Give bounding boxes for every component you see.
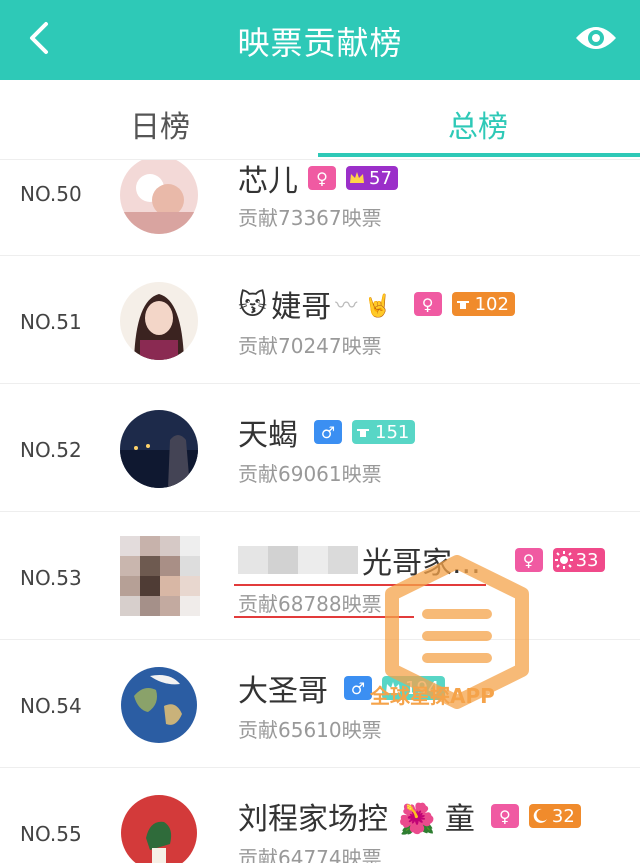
name-suffix: 🌺 童 xyxy=(398,802,475,837)
level-value: 102 xyxy=(474,293,509,315)
female-icon: ♀ xyxy=(413,292,442,316)
moon-icon xyxy=(533,808,547,823)
ranking-list[interactable]: NO.50 芯儿 ♀ 57 贡献73367映票 NO.51 😽 婕哥 〰 🤘 ♀ xyxy=(0,160,640,863)
sun-icon xyxy=(554,551,573,569)
user-name: 婕哥 xyxy=(271,290,332,325)
name-line: 天蝎 ♂ 151 xyxy=(238,410,416,454)
name-suffix-emoji: 〰 🤘 xyxy=(335,294,392,319)
active-tab-indicator xyxy=(318,153,640,157)
contribution-text: 贡献73367映票 xyxy=(238,206,382,230)
tab-daily[interactable]: 日榜 xyxy=(130,102,190,146)
avatar[interactable] xyxy=(120,410,198,488)
name-line: 芯儿 ♀ 57 xyxy=(238,160,398,200)
male-icon: ♂ xyxy=(314,420,342,444)
list-item[interactable]: NO.51 😽 婕哥 〰 🤘 ♀ 102 贡献70247映票 xyxy=(0,256,640,384)
level-value: 57 xyxy=(369,167,392,189)
female-icon: ♀ xyxy=(490,804,519,828)
list-item[interactable]: NO.53 光哥家... ♀ 33 贡献68788映票 xyxy=(0,512,640,640)
user-name: 天蝎 xyxy=(238,418,298,453)
rank-label: NO.54 xyxy=(20,694,82,718)
watermark-text: 全球星探APP xyxy=(370,684,495,708)
contribution-text: 贡献65610映票 xyxy=(238,718,382,742)
name-line: 刘程家场控 🌺 童 ♀ 32 xyxy=(238,794,581,838)
contribution-text: 贡献69061映票 xyxy=(238,462,382,486)
avatar[interactable] xyxy=(120,666,198,744)
avatar[interactable] xyxy=(120,536,200,616)
user-name: 大圣哥 xyxy=(238,674,328,709)
list-item[interactable]: NO.52 天蝎 ♂ 151 贡献69061映票 xyxy=(0,384,640,512)
list-item[interactable]: NO.54 大圣哥 ♂ 194 贡献65610映票 xyxy=(0,640,640,768)
tab-total[interactable]: 总榜 xyxy=(448,102,508,146)
contribution-text: 贡献64774映票 xyxy=(238,846,382,863)
list-item[interactable]: NO.55 刘程家场控 🌺 童 ♀ 32 贡献64774映票 xyxy=(0,768,640,863)
tab-bar: 日榜 总榜 xyxy=(0,80,640,160)
level-value: 151 xyxy=(375,421,410,443)
rank-label: NO.52 xyxy=(20,438,82,462)
eye-icon[interactable] xyxy=(574,20,618,56)
level-badge: 32 xyxy=(528,804,581,828)
user-name: 芯儿 xyxy=(238,164,298,199)
name-line: 😽 婕哥 〰 🤘 ♀ 102 xyxy=(238,282,515,326)
contribution-text: 贡献68788映票 xyxy=(238,592,382,616)
female-icon: ♀ xyxy=(308,166,336,190)
list-item[interactable]: NO.50 芯儿 ♀ 57 贡献73367映票 xyxy=(0,160,640,256)
level-badge: 151 xyxy=(352,420,416,444)
app-header: 映票贡献榜 xyxy=(0,0,640,80)
level-badge: 57 xyxy=(346,166,398,190)
level-value: 33 xyxy=(575,549,599,571)
crown-icon xyxy=(350,172,364,183)
crown-icon xyxy=(357,429,369,437)
male-icon: ♂ xyxy=(344,676,372,700)
name-mosaic xyxy=(238,546,358,574)
rank-label: NO.55 xyxy=(20,822,82,846)
rank-label: NO.51 xyxy=(20,310,82,334)
user-name: 刘程家场控 xyxy=(238,802,388,837)
avatar[interactable] xyxy=(120,282,198,360)
page-title: 映票贡献榜 xyxy=(237,24,403,62)
level-value: 32 xyxy=(551,805,575,827)
avatar[interactable] xyxy=(120,160,198,234)
level-badge: 33 xyxy=(552,548,605,572)
crown-icon xyxy=(456,301,469,309)
rank-label: NO.53 xyxy=(20,566,82,590)
cat-emoji-icon: 😽 xyxy=(238,287,268,321)
avatar[interactable] xyxy=(120,794,198,863)
contribution-text: 贡献70247映票 xyxy=(238,334,382,358)
level-badge: 102 xyxy=(451,292,515,316)
rank-label: NO.50 xyxy=(20,182,82,206)
